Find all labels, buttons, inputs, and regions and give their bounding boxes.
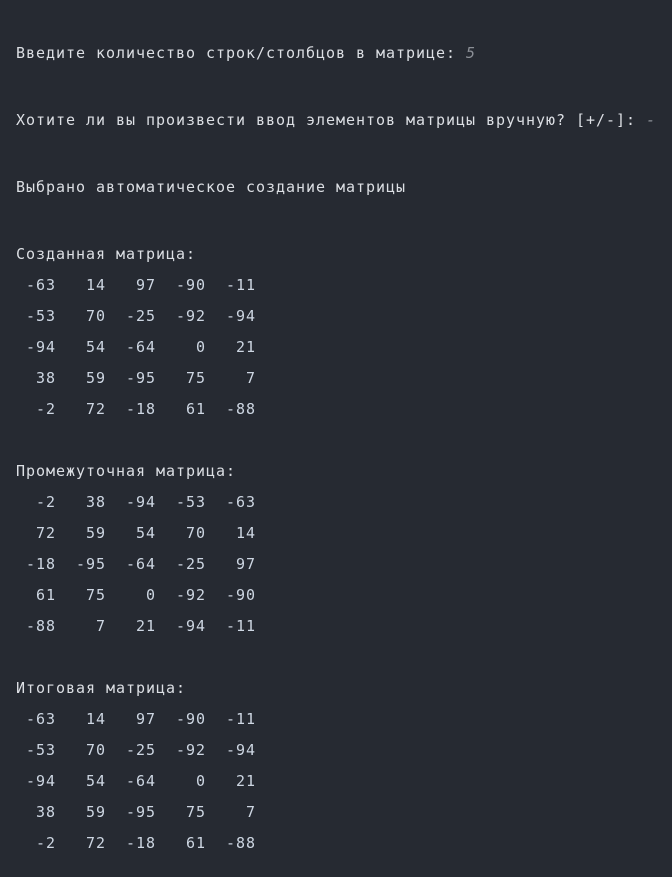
matrix-row: -53 70 -25 -92 -94: [16, 741, 257, 759]
matrix-row: -2 38 -94 -53 -63: [16, 493, 257, 511]
size-prompt-line: Введите количество строк/столбцов в матр…: [16, 38, 656, 69]
matrix-row: -94 54 -64 0 21: [16, 338, 257, 356]
matrix-row: -63 14 97 -90 -11: [16, 276, 257, 294]
matrix-row: -18 -95 -64 -25 97: [16, 555, 257, 573]
manual-input: -: [646, 111, 657, 129]
matrices: Созданная матрица: -63 14 97 -90 -11 -53…: [16, 239, 656, 859]
matrix-row: 72 59 54 70 14: [16, 524, 257, 542]
matrix-title: Промежуточная матрица:: [16, 462, 237, 480]
matrix-row: 61 75 0 -92 -90: [16, 586, 257, 604]
matrix-row: -2 72 -18 61 -88: [16, 834, 257, 852]
matrix-row: -63 14 97 -90 -11: [16, 710, 257, 728]
matrix-title: Созданная матрица:: [16, 245, 197, 263]
manual-prompt: Хотите ли вы произвести ввод элементов м…: [16, 111, 647, 129]
matrix-row: -94 54 -64 0 21: [16, 772, 257, 790]
matrix-title: Итоговая матрица:: [16, 679, 187, 697]
matrix-row: 38 59 -95 75 7: [16, 803, 257, 821]
auto-message: Выбрано автоматическое создание матрицы: [16, 178, 407, 196]
matrix-row: -2 72 -18 61 -88: [16, 400, 257, 418]
matrix-row: 38 59 -95 75 7: [16, 369, 257, 387]
matrix-row: -88 7 21 -94 -11: [16, 617, 257, 635]
matrix-row: -53 70 -25 -92 -94: [16, 307, 257, 325]
manual-prompt-line: Хотите ли вы произвести ввод элементов м…: [16, 105, 656, 136]
console-output: Введите количество строк/столбцов в матр…: [16, 2, 656, 877]
size-input: 5: [466, 44, 477, 62]
size-prompt: Введите количество строк/столбцов в матр…: [16, 44, 467, 62]
